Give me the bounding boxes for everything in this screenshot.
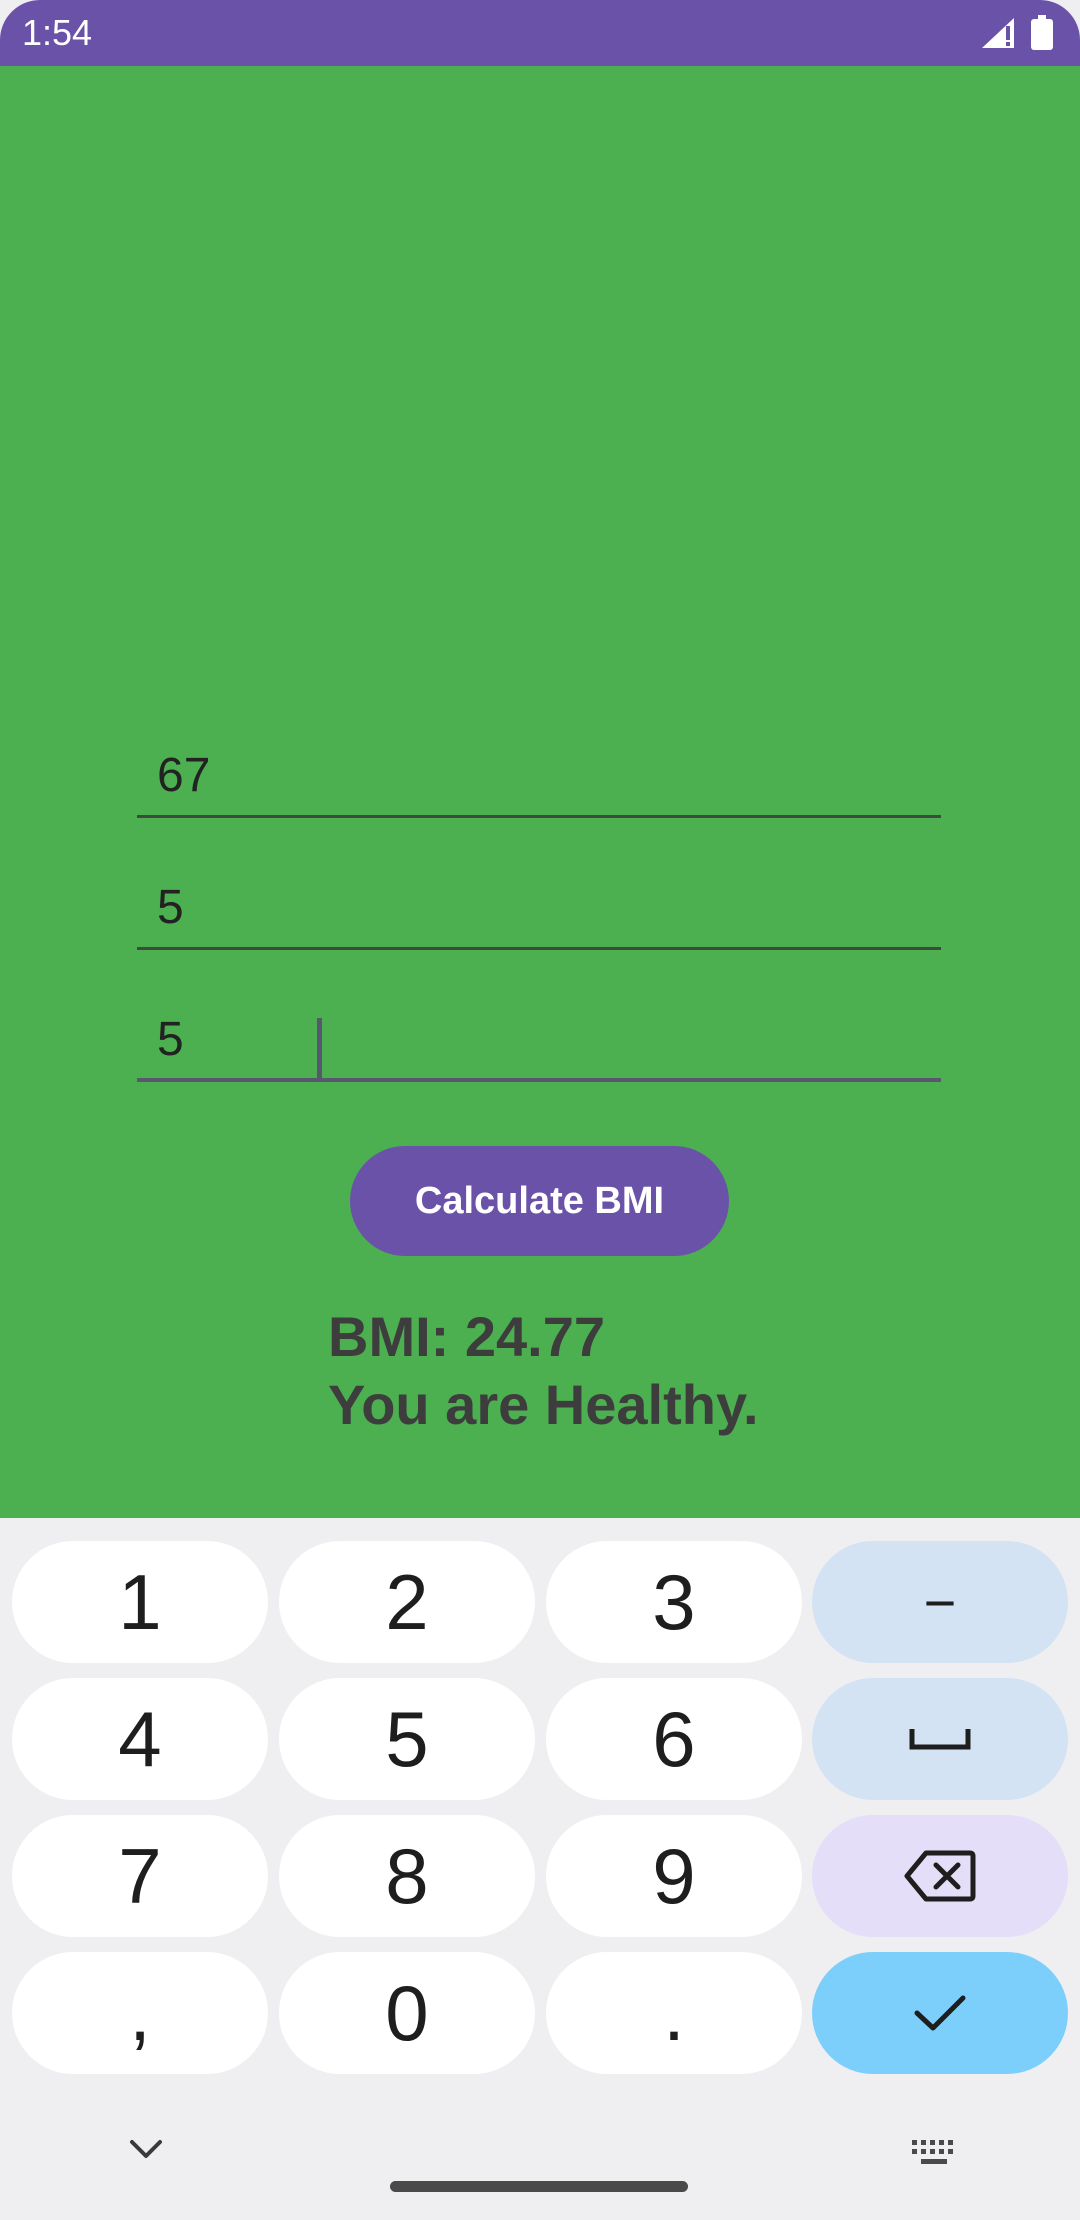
key-period[interactable]: . (546, 1952, 802, 2074)
weight-input-field[interactable] (137, 740, 941, 818)
battery-icon (1031, 15, 1053, 50)
home-indicator[interactable] (390, 2181, 688, 2192)
height-inches-input-field[interactable] (137, 1004, 941, 1082)
calculate-bmi-button[interactable]: Calculate BMI (350, 1146, 729, 1256)
height-feet-input-field[interactable] (137, 872, 941, 950)
key-7[interactable]: 7 (12, 1815, 268, 1937)
key-2[interactable]: 2 (279, 1541, 535, 1663)
key-0[interactable]: 0 (279, 1952, 535, 2074)
signal-icon (982, 18, 1014, 48)
text-cursor (317, 1018, 322, 1080)
height-inches-input-underline (137, 1078, 941, 1082)
key-6[interactable]: 6 (546, 1678, 802, 1800)
status-bar: 1:54 (0, 0, 1080, 66)
key-8[interactable]: 8 (279, 1815, 535, 1937)
key-3[interactable]: 3 (546, 1541, 802, 1663)
checkmark-icon (914, 1995, 966, 2031)
keyboard-icon[interactable] (910, 2138, 958, 2168)
height-inches-input[interactable] (137, 1004, 941, 1074)
key-9[interactable]: 9 (546, 1815, 802, 1937)
status-icons (980, 14, 1054, 52)
height-feet-input[interactable] (137, 872, 941, 942)
key-4[interactable]: 4 (12, 1678, 268, 1800)
key-5[interactable]: 5 (279, 1678, 535, 1800)
bmi-result-status: You are Healthy. (328, 1373, 759, 1436)
status-time: 1:54 (22, 12, 93, 53)
weight-input[interactable] (137, 740, 941, 810)
space-icon (909, 1729, 971, 1750)
weight-input-underline (137, 815, 941, 818)
numeric-keyboard: 1 2 3 − 4 5 6 7 8 9 , 0 . (0, 1518, 1080, 2220)
key-1[interactable]: 1 (12, 1541, 268, 1663)
key-backspace[interactable] (812, 1815, 1068, 1937)
bmi-result-value: BMI: 24.77 (328, 1305, 605, 1368)
key-minus[interactable]: − (812, 1541, 1068, 1663)
backspace-icon (904, 1850, 976, 1902)
key-space[interactable] (812, 1678, 1068, 1800)
key-comma[interactable]: , (12, 1952, 268, 2074)
height-feet-input-underline (137, 947, 941, 950)
key-done[interactable] (812, 1952, 1068, 2074)
chevron-down-icon[interactable] (126, 2136, 166, 2162)
